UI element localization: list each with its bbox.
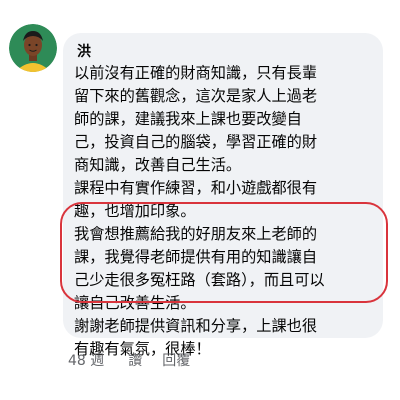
comment-text: 以前沒有正確的財商知識，只有長輩 留下來的舊觀念，這次是家人上過老 師的課，建議… xyxy=(74,62,379,361)
comment-line: 謝謝老師提供資訊和分享，上課也很 xyxy=(74,317,317,335)
comment-author-name[interactable]: 洪 xyxy=(77,43,91,61)
comment-line: 師的課，建議我來上課也要改變自 xyxy=(74,110,302,128)
avatar-illustration xyxy=(9,24,57,72)
comment-line: 讓自己改善生活。 xyxy=(74,294,196,312)
comment-line: 己，投資自己的腦袋，學習正確的財 xyxy=(74,133,317,151)
comment-line: 趣，也增加印象。 xyxy=(74,202,196,220)
comment-line: 以前沒有正確的財商知識，只有長輩 xyxy=(74,64,317,82)
reply-button[interactable]: 回覆 xyxy=(162,352,190,370)
comment-line: 課程中有實作練習，和小遊戲都很有 xyxy=(74,179,317,197)
comment-line: 留下來的舊觀念，這次是家人上過老 xyxy=(74,87,317,105)
comment-line: 己少走很多冤枉路（套路），而且可以 xyxy=(74,271,325,289)
comment-line: 課，我覺得老師提供有用的知識讓自 xyxy=(74,248,317,266)
comment-timestamp[interactable]: 48 週 xyxy=(68,352,104,370)
comment-thread: 洪 以前沒有正確的財商知識，只有長輩 留下來的舊觀念，這次是家人上過老 師的課，… xyxy=(0,0,400,400)
user-avatar-icon[interactable] xyxy=(9,24,57,72)
comment-line: 商知識，改善自己生活。 xyxy=(74,156,242,174)
comment-line: 我會想推薦給我的好朋友來上老師的 xyxy=(74,225,317,243)
comment-actions: 48 週 讚 回覆 xyxy=(68,352,190,370)
like-button[interactable]: 讚 xyxy=(128,352,142,370)
